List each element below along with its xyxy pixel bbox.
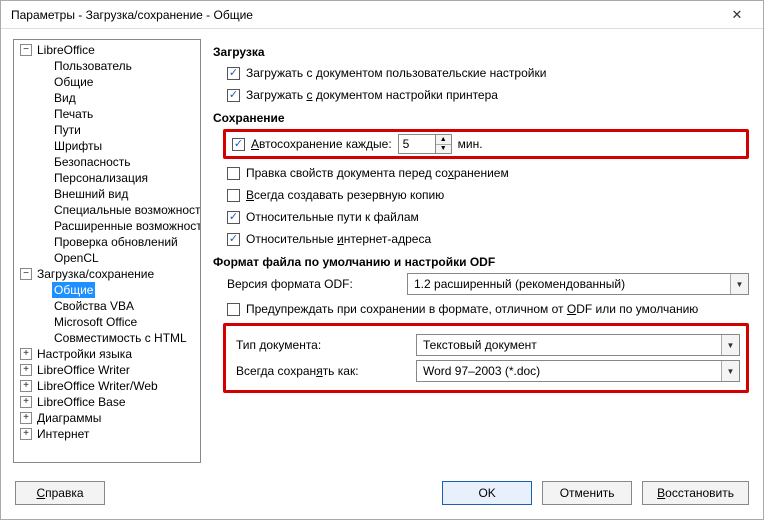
tree-item-load-save[interactable]: − Загрузка/сохранение <box>14 266 200 282</box>
spin-down-icon[interactable]: ▼ <box>436 144 451 154</box>
expand-icon[interactable]: + <box>20 380 32 392</box>
tree-item[interactable]: +Диаграммы <box>14 410 200 426</box>
tree-item[interactable]: Расширенные возможности <box>14 218 200 234</box>
section-save: Сохранение <box>213 111 749 125</box>
checkbox-icon[interactable] <box>227 303 240 316</box>
highlight-autosave: Автосохранение каждые: ▲ ▼ мин. <box>223 129 749 159</box>
window-title: Параметры - Загрузка/сохранение - Общие <box>11 8 717 22</box>
always-save-select[interactable]: Word 97–2003 (*.doc) ▼ <box>416 360 740 382</box>
chevron-down-icon[interactable]: ▼ <box>730 274 748 294</box>
odf-version-row: Версия формата ODF: 1.2 расширенный (рек… <box>227 273 749 295</box>
tree-item[interactable]: +Настройки языка <box>14 346 200 362</box>
close-button[interactable]: ✕ <box>717 3 757 27</box>
tree-item[interactable]: +LibreOffice Writer/Web <box>14 378 200 394</box>
tree-item[interactable]: +Интернет <box>14 426 200 442</box>
tree-item[interactable]: Проверка обновлений <box>14 234 200 250</box>
always-save-row: Всегда сохранять как: Word 97–2003 (*.do… <box>236 360 740 382</box>
tree-item[interactable]: Внешний вид <box>14 186 200 202</box>
cancel-button[interactable]: Отменить <box>542 481 632 505</box>
tree-item-general[interactable]: Общие <box>14 282 200 298</box>
help-button[interactable]: Справка <box>15 481 105 505</box>
cb-load-user-settings[interactable]: Загружать с документом пользовательские … <box>227 63 749 83</box>
cb-relative-urls[interactable]: Относительные интернет-адреса <box>227 229 749 249</box>
ok-button[interactable]: OK <box>442 481 532 505</box>
tree-item[interactable]: Шрифты <box>14 138 200 154</box>
checkbox-icon[interactable] <box>227 89 240 102</box>
tree-item[interactable]: Общие <box>14 74 200 90</box>
tree-item[interactable]: OpenCL <box>14 250 200 266</box>
tree-item[interactable]: Microsoft Office <box>14 314 200 330</box>
checkbox-icon[interactable] <box>227 211 240 224</box>
content: − LibreOffice Пользователь Общие Вид Печ… <box>1 29 763 469</box>
checkbox-icon[interactable] <box>227 189 240 202</box>
tree-item[interactable]: Совместимость с HTML <box>14 330 200 346</box>
tree-item[interactable]: Пути <box>14 122 200 138</box>
tree-item[interactable]: Вид <box>14 90 200 106</box>
tree-item[interactable]: Персонализация <box>14 170 200 186</box>
expand-icon[interactable]: + <box>20 396 32 408</box>
settings-panel: Загрузка Загружать с документом пользова… <box>205 29 763 469</box>
section-load: Загрузка <box>213 45 749 59</box>
cb-warn-format[interactable]: Предупреждать при сохранении в формате, … <box>227 299 749 319</box>
cb-edit-props[interactable]: Правка свойств документа перед сохранени… <box>227 163 749 183</box>
checkbox-icon[interactable] <box>227 233 240 246</box>
odf-version-label: Версия формата ODF: <box>227 277 407 291</box>
collapse-icon[interactable]: − <box>20 268 32 280</box>
tree-item[interactable]: +LibreOffice Writer <box>14 362 200 378</box>
collapse-icon[interactable]: − <box>20 44 32 56</box>
category-tree[interactable]: − LibreOffice Пользователь Общие Вид Печ… <box>13 39 201 463</box>
section-format: Формат файла по умолчанию и настройки OD… <box>213 255 749 269</box>
chevron-down-icon[interactable]: ▼ <box>721 361 739 381</box>
doc-type-label: Тип документа: <box>236 338 416 352</box>
button-bar: Справка OK Отменить Восстановить <box>1 469 763 515</box>
checkbox-icon[interactable] <box>227 167 240 180</box>
chevron-down-icon[interactable]: ▼ <box>721 335 739 355</box>
tree-item-libreoffice[interactable]: − LibreOffice <box>14 42 200 58</box>
expand-icon[interactable]: + <box>20 348 32 360</box>
autosave-minutes-spin[interactable]: ▲ ▼ <box>398 134 452 154</box>
doc-type-select[interactable]: Текстовый документ ▼ <box>416 334 740 356</box>
cb-load-printer[interactable]: Загружать с документом настройки принтер… <box>227 85 749 105</box>
restore-button[interactable]: Восстановить <box>642 481 749 505</box>
tree-item[interactable]: Специальные возможности <box>14 202 200 218</box>
spin-up-icon[interactable]: ▲ <box>436 135 451 144</box>
expand-icon[interactable]: + <box>20 364 32 376</box>
autosave-label: Автосохранение каждые: <box>251 137 392 151</box>
cb-autosave[interactable] <box>232 138 245 151</box>
tree-item[interactable]: Свойства VBA <box>14 298 200 314</box>
tree-item[interactable]: Печать <box>14 106 200 122</box>
odf-version-select[interactable]: 1.2 расширенный (рекомендованный) ▼ <box>407 273 749 295</box>
autosave-minutes-input[interactable] <box>399 135 435 153</box>
expand-icon[interactable]: + <box>20 412 32 424</box>
cb-relative-paths[interactable]: Относительные пути к файлам <box>227 207 749 227</box>
doc-type-row: Тип документа: Текстовый документ ▼ <box>236 334 740 356</box>
always-save-label: Всегда сохранять как: <box>236 364 416 378</box>
autosave-unit: мин. <box>458 137 483 151</box>
checkbox-icon[interactable] <box>227 67 240 80</box>
tree-item[interactable]: +LibreOffice Base <box>14 394 200 410</box>
cb-backup[interactable]: Всегда создавать резервную копию <box>227 185 749 205</box>
tree-item[interactable]: Безопасность <box>14 154 200 170</box>
expand-icon[interactable]: + <box>20 428 32 440</box>
highlight-default-format: Тип документа: Текстовый документ ▼ Всег… <box>223 323 749 393</box>
titlebar: Параметры - Загрузка/сохранение - Общие … <box>1 1 763 29</box>
tree-item[interactable]: Пользователь <box>14 58 200 74</box>
